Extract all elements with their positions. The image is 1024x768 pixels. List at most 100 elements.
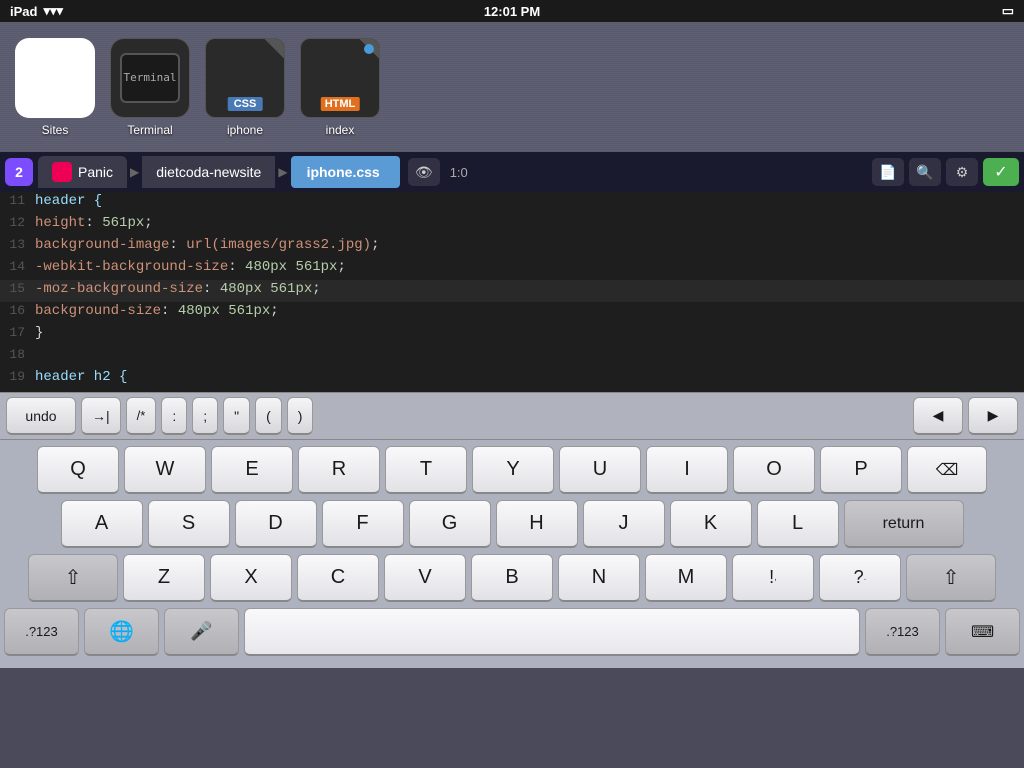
check-button[interactable]: ✓ <box>983 158 1019 186</box>
key-y[interactable]: Y <box>472 446 554 494</box>
globe-key[interactable]: 🌐 <box>84 608 159 656</box>
iphone-css-icon: CSS <box>205 38 285 118</box>
keyboard-toolbar: undo →| /* : ; " ( ) ◀ ▶ <box>0 392 1024 440</box>
key-n[interactable]: N <box>558 554 640 602</box>
code-line-15: 15 -moz-background-size: 480px 561px; <box>0 280 1024 302</box>
numbers-right-key[interactable]: .?123 <box>865 608 940 656</box>
app-dock: Sites Terminal Terminal CSS iphone <box>0 22 1024 152</box>
numbers-left-key[interactable]: .?123 <box>4 608 79 656</box>
key-exclaim-comma[interactable]: !, <box>732 554 814 602</box>
terminal-icon: Terminal <box>110 38 190 118</box>
terminal-label: Terminal <box>127 123 172 137</box>
battery-icon: ▭ <box>1002 3 1014 19</box>
key-i[interactable]: I <box>646 446 728 494</box>
key-s[interactable]: S <box>148 500 230 548</box>
tab-bar: 2 Panic ▶ dietcoda-newsite ▶ iphone.css … <box>0 152 1024 192</box>
code-line-18: 18 <box>0 346 1024 368</box>
keyboard-row-2: A S D F G H J K L return <box>4 500 1020 548</box>
dock-item-terminal[interactable]: Terminal Terminal <box>110 38 190 137</box>
keyboard: Q W E R T Y U I O P ⌫ A S D F G H J K L … <box>0 440 1024 668</box>
dock-item-index-html[interactable]: HTML index <box>300 38 380 137</box>
code-line-14: 14 -webkit-background-size: 480px 561px; <box>0 258 1024 280</box>
gear-icon: ⚙ <box>956 164 969 181</box>
key-k[interactable]: K <box>670 500 752 548</box>
key-x[interactable]: X <box>210 554 292 602</box>
code-line-17: 17 } <box>0 324 1024 346</box>
preview-eye-button[interactable]: 👁 <box>408 158 440 186</box>
tab-panic[interactable]: Panic <box>38 156 127 188</box>
key-z[interactable]: Z <box>123 554 205 602</box>
key-f[interactable]: F <box>322 500 404 548</box>
key-c[interactable]: C <box>297 554 379 602</box>
key-b[interactable]: B <box>471 554 553 602</box>
key-p[interactable]: P <box>820 446 902 494</box>
semicolon-button[interactable]: ; <box>192 397 218 435</box>
status-bar: iPad ▾▾▾ 12:01 PM ▭ <box>0 0 1024 22</box>
colon-button[interactable]: : <box>161 397 187 435</box>
key-o[interactable]: O <box>733 446 815 494</box>
key-q[interactable]: Q <box>37 446 119 494</box>
key-d[interactable]: D <box>235 500 317 548</box>
keyboard-hide-key[interactable]: ⌨ <box>945 608 1020 656</box>
tab-icon: →| <box>92 408 110 424</box>
return-key[interactable]: return <box>844 500 964 548</box>
backspace-key[interactable]: ⌫ <box>907 446 987 494</box>
key-v[interactable]: V <box>384 554 466 602</box>
index-html-icon: HTML <box>300 38 380 118</box>
keyboard-row-3: ⇧ Z X C V B N M !, ?. ⇧ <box>4 554 1020 602</box>
key-r[interactable]: R <box>298 446 380 494</box>
arrow-right-button[interactable]: ▶ <box>968 397 1018 435</box>
key-t[interactable]: T <box>385 446 467 494</box>
code-line-16: 16 background-size: 480px 561px; <box>0 302 1024 324</box>
tab-button[interactable]: →| <box>81 397 121 435</box>
tab-badge: 2 <box>5 158 33 186</box>
dock-item-sites[interactable]: Sites <box>15 38 95 137</box>
iphone-css-label: iphone <box>227 123 263 137</box>
tab-dietcoda[interactable]: dietcoda-newsite <box>142 156 275 188</box>
space-key[interactable] <box>244 608 860 656</box>
search-icon: 🔍 <box>916 164 933 181</box>
wifi-icon: ▾▾▾ <box>43 3 63 19</box>
key-h[interactable]: H <box>496 500 578 548</box>
close-paren-button[interactable]: ) <box>287 397 314 435</box>
keyboard-row-4: .?123 🌐 🎤 .?123 ⌨ <box>4 608 1020 656</box>
key-e[interactable]: E <box>211 446 293 494</box>
tab-right-tools: 📄 🔍 ⚙ ✓ <box>872 158 1019 186</box>
breadcrumb-sep-1: ▶ <box>127 165 142 179</box>
comment-button[interactable]: /* <box>126 397 157 435</box>
file-info-button[interactable]: 📄 <box>872 158 904 186</box>
code-editor[interactable]: 11 header { 12 height: 561px; 13 backgro… <box>0 192 1024 392</box>
breadcrumb-sep-2: ▶ <box>275 165 290 179</box>
keyboard-row-1: Q W E R T Y U I O P ⌫ <box>4 446 1020 494</box>
checkmark-icon: ✓ <box>994 162 1007 182</box>
sites-icon <box>15 38 95 118</box>
file-icon: 📄 <box>879 164 896 181</box>
key-m[interactable]: M <box>645 554 727 602</box>
comment-icon: /* <box>137 408 146 423</box>
arrow-left-button[interactable]: ◀ <box>913 397 963 435</box>
shift-right-key[interactable]: ⇧ <box>906 554 996 602</box>
key-question-period[interactable]: ?. <box>819 554 901 602</box>
tab-iphone-css[interactable]: iphone.css <box>291 156 400 188</box>
key-j[interactable]: J <box>583 500 665 548</box>
shift-left-key[interactable]: ⇧ <box>28 554 118 602</box>
open-paren-button[interactable]: ( <box>255 397 282 435</box>
quote-button[interactable]: " <box>223 397 250 435</box>
sites-label: Sites <box>42 123 69 137</box>
key-g[interactable]: G <box>409 500 491 548</box>
device-label: iPad <box>10 4 37 19</box>
search-button[interactable]: 🔍 <box>909 158 941 186</box>
code-line-13: 13 background-image: url(images/grass2.j… <box>0 236 1024 258</box>
key-a[interactable]: A <box>61 500 143 548</box>
time-display: 12:01 PM <box>484 4 540 19</box>
microphone-key[interactable]: 🎤 <box>164 608 239 656</box>
key-l[interactable]: L <box>757 500 839 548</box>
key-u[interactable]: U <box>559 446 641 494</box>
dock-item-iphone-css[interactable]: CSS iphone <box>205 38 285 137</box>
undo-button[interactable]: undo <box>6 397 76 435</box>
code-line-19: 19 header h2 { <box>0 368 1024 390</box>
key-w[interactable]: W <box>124 446 206 494</box>
settings-button[interactable]: ⚙ <box>946 158 978 186</box>
code-line-12: 12 height: 561px; <box>0 214 1024 236</box>
code-line-11: 11 header { <box>0 192 1024 214</box>
